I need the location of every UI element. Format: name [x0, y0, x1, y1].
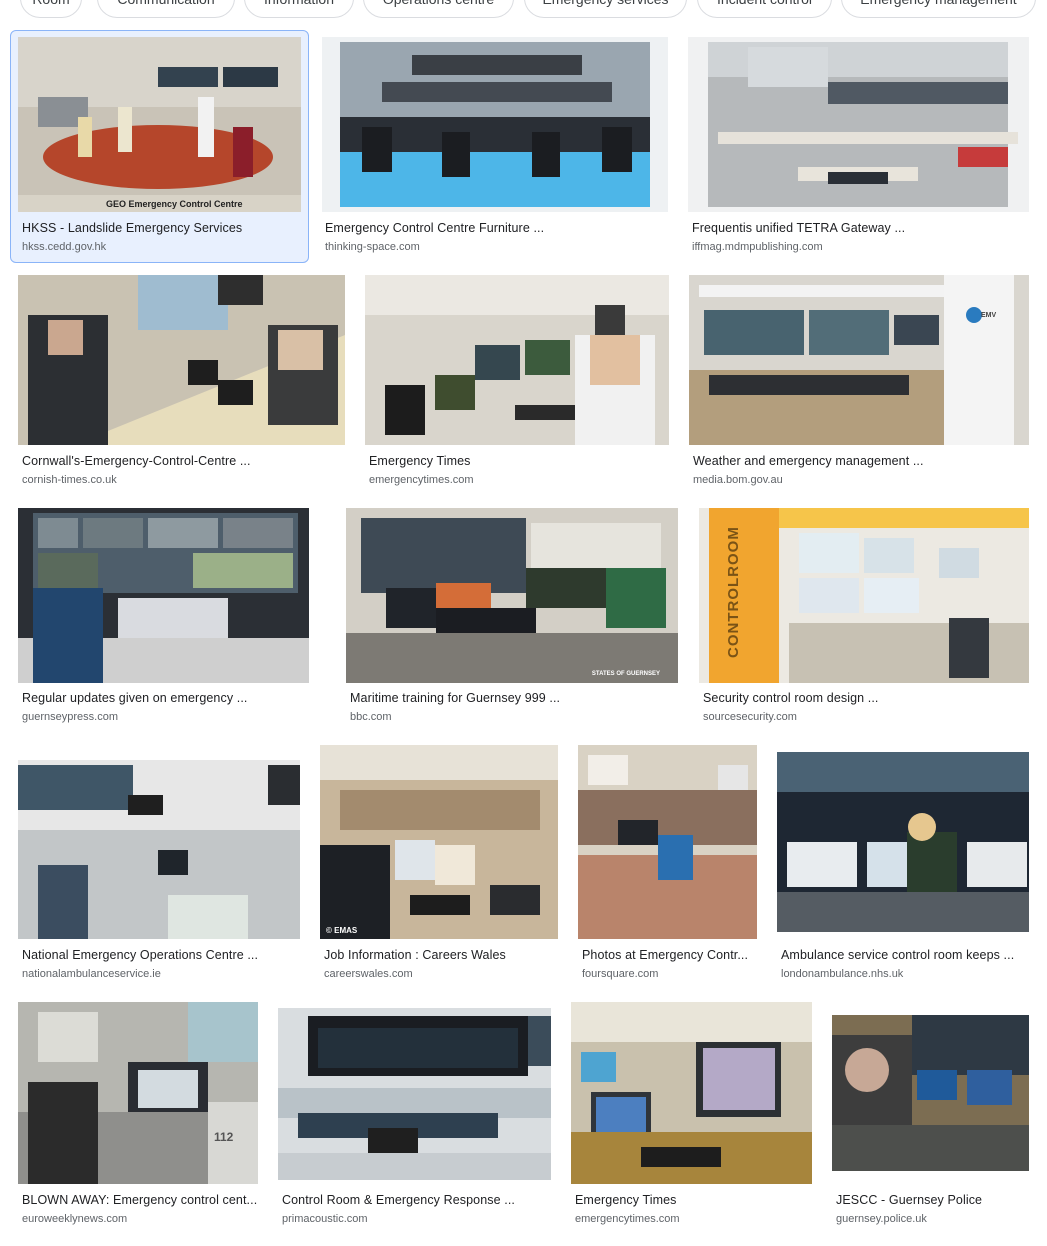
- result-thumbnail[interactable]: GEO Emergency Control Centre: [18, 37, 301, 212]
- result-title[interactable]: Weather and emergency management ...: [693, 454, 1023, 468]
- logo-text: EMV: [981, 312, 997, 319]
- result-thumbnail[interactable]: STATES OF GUERNSEY: [346, 508, 678, 683]
- result-thumbnail[interactable]: [322, 37, 668, 212]
- result-source[interactable]: emergencytimes.com: [369, 474, 474, 486]
- result-title[interactable]: Cornwall's-Emergency-Control-Centre ...: [22, 454, 342, 468]
- image-watermark: STATES OF GUERNSEY: [591, 671, 660, 677]
- result-thumbnail[interactable]: © EMAS: [320, 745, 558, 939]
- result-source[interactable]: primacoustic.com: [282, 1213, 368, 1225]
- image-caption: GEO Emergency Control Centre: [106, 199, 243, 209]
- result-thumbnail[interactable]: [688, 37, 1029, 212]
- result-source[interactable]: hkss.cedd.gov.hk: [22, 241, 106, 253]
- filter-chip[interactable]: Communication: [97, 0, 235, 18]
- result-source[interactable]: media.bom.gov.au: [693, 474, 783, 486]
- result-thumbnail[interactable]: [777, 752, 1029, 932]
- result-thumbnail[interactable]: [571, 1002, 812, 1184]
- result-thumbnail[interactable]: CONTROLROOM: [699, 508, 1029, 683]
- filter-chip[interactable]: Emergency management: [841, 0, 1036, 18]
- result-source[interactable]: guernsey.police.uk: [836, 1213, 927, 1225]
- result-source[interactable]: cornish-times.co.uk: [22, 474, 117, 486]
- result-source[interactable]: bbc.com: [350, 711, 392, 723]
- result-title[interactable]: Security control room design ...: [703, 691, 1023, 705]
- result-source[interactable]: thinking-space.com: [325, 241, 420, 253]
- filter-chip[interactable]: Operations centre: [363, 0, 514, 18]
- result-title[interactable]: Emergency Times: [575, 1193, 811, 1207]
- image-watermark: © EMAS: [326, 926, 358, 935]
- result-source[interactable]: euroweeklynews.com: [22, 1213, 127, 1225]
- result-thumbnail[interactable]: [18, 745, 300, 939]
- wall-text: CONTROLROOM: [725, 526, 742, 658]
- result-title[interactable]: JESCC - Guernsey Police: [836, 1193, 1036, 1207]
- result-source[interactable]: nationalambulanceservice.ie: [22, 968, 161, 980]
- result-thumbnail[interactable]: [365, 275, 669, 445]
- filter-chip[interactable]: Incident control: [697, 0, 832, 18]
- result-thumbnail[interactable]: [18, 275, 345, 445]
- result-source[interactable]: guernseypress.com: [22, 711, 118, 723]
- result-title[interactable]: Frequentis unified TETRA Gateway ...: [692, 221, 1022, 235]
- result-title[interactable]: BLOWN AWAY: Emergency control cent...: [22, 1193, 258, 1207]
- result-title[interactable]: Emergency Control Centre Furniture ...: [325, 221, 655, 235]
- filter-chip[interactable]: Information: [244, 0, 354, 18]
- result-source[interactable]: londonambulance.nhs.uk: [781, 968, 903, 980]
- filter-chip[interactable]: Room: [20, 0, 82, 18]
- result-title[interactable]: Photos at Emergency Contr...: [582, 948, 752, 962]
- filter-chip[interactable]: Emergency services: [524, 0, 687, 18]
- result-thumbnail[interactable]: 112: [18, 1002, 258, 1184]
- result-title[interactable]: HKSS - Landslide Emergency Services: [22, 221, 302, 235]
- result-title[interactable]: Control Room & Emergency Response ...: [282, 1193, 547, 1207]
- result-title[interactable]: Maritime training for Guernsey 999 ...: [350, 691, 670, 705]
- filter-chip-row: Room Communication Information Operation…: [0, 0, 1047, 20]
- result-title[interactable]: Job Information : Careers Wales: [324, 948, 564, 962]
- result-title[interactable]: Emergency Times: [369, 454, 669, 468]
- result-source[interactable]: foursquare.com: [582, 968, 658, 980]
- result-source[interactable]: sourcesecurity.com: [703, 711, 797, 723]
- result-thumbnail[interactable]: EMV: [689, 275, 1029, 445]
- panel-number: 112: [214, 1130, 234, 1144]
- result-thumbnail[interactable]: [832, 1015, 1029, 1171]
- result-title[interactable]: National Emergency Operations Centre ...: [22, 948, 302, 962]
- result-thumbnail[interactable]: [18, 508, 309, 683]
- result-title[interactable]: Ambulance service control room keeps ...: [781, 948, 1021, 962]
- result-title[interactable]: Regular updates given on emergency ...: [22, 691, 312, 705]
- result-source[interactable]: careerswales.com: [324, 968, 413, 980]
- result-thumbnail[interactable]: [578, 745, 757, 939]
- result-thumbnail[interactable]: [278, 1008, 551, 1180]
- result-source[interactable]: emergencytimes.com: [575, 1213, 680, 1225]
- result-source[interactable]: iffmag.mdmpublishing.com: [692, 241, 823, 253]
